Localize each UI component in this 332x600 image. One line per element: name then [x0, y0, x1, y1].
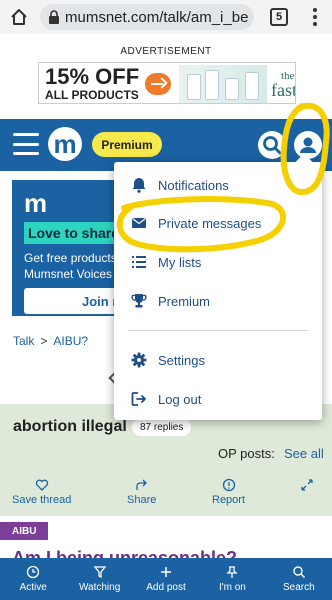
nav-im-on[interactable]: I'm on — [199, 558, 265, 600]
breadcrumb-talk[interactable]: Talk — [13, 334, 34, 348]
promo-text-line: Get free products — [24, 251, 117, 265]
overflow-menu-icon[interactable] — [310, 7, 320, 27]
op-posts-label: OP posts: — [218, 446, 275, 461]
info-icon — [222, 478, 235, 492]
nav-label: Active — [19, 582, 47, 593]
ad-product-image — [179, 65, 267, 103]
menu-item-notifications[interactable]: Notifications — [114, 166, 322, 204]
bottom-nav: Active Watching Add post I'm on Search — [0, 558, 332, 600]
promo-text-line: Mumsnet Voices — [24, 267, 113, 281]
lock-icon — [49, 10, 59, 24]
logout-icon — [130, 390, 148, 408]
filter-icon — [93, 566, 106, 579]
ad-offer-subline: ALL PRODUCTS — [45, 88, 139, 102]
menu-item-label: Premium — [158, 293, 211, 309]
breadcrumb-separator: > — [40, 334, 48, 348]
ad-brand-logo: the fast800 — [271, 69, 295, 100]
menu-divider — [128, 330, 308, 331]
save-thread-button[interactable]: Save thread — [12, 478, 71, 506]
breadcrumb-aibu[interactable]: AIBU? — [53, 334, 88, 348]
gear-icon — [130, 351, 148, 369]
thread-header: abortion illegal 87 replies OP posts: Se… — [0, 404, 332, 516]
thread-actions: Save thread Share Report — [0, 478, 332, 512]
nav-label: Watching — [78, 582, 121, 593]
save-thread-label: Save thread — [12, 494, 72, 506]
home-icon[interactable] — [9, 7, 29, 27]
menu-item-label: Private messages — [158, 215, 262, 231]
menu-item-label: Settings — [158, 352, 205, 368]
expand-button[interactable] — [300, 478, 314, 494]
heart-icon — [35, 479, 48, 491]
arrow-right-icon — [145, 73, 171, 95]
hamburger-menu-icon[interactable] — [13, 133, 39, 155]
account-button[interactable] — [294, 131, 322, 159]
browser-toolbar: mumsnet.com/talk/am_i_be 5 — [0, 0, 332, 34]
envelope-icon — [130, 214, 148, 232]
nav-active[interactable]: Active — [0, 558, 66, 600]
menu-item-settings[interactable]: Settings — [114, 341, 322, 379]
tab-switcher-icon[interactable]: 5 — [270, 8, 288, 26]
account-dropdown: Notifications Private messages My lists … — [114, 153, 322, 420]
menu-item-label: Log out — [158, 391, 202, 407]
nav-add-post[interactable]: Add post — [133, 558, 199, 600]
clock-icon — [27, 565, 40, 579]
premium-button[interactable]: Premium — [92, 132, 162, 157]
nav-search[interactable]: Search — [266, 558, 332, 600]
menu-item-my-lists[interactable]: My lists — [114, 243, 322, 281]
nav-watching[interactable]: Watching — [66, 558, 132, 600]
menu-item-label: Notifications — [158, 177, 229, 193]
report-button[interactable]: Report — [212, 478, 245, 506]
breadcrumb: Talk > AIBU? — [13, 334, 88, 348]
promo-logo: m — [24, 188, 48, 218]
menu-item-label: My lists — [158, 254, 202, 270]
promo-text: Get free products Mumsnet Voices — [24, 250, 124, 282]
replies-badge: 87 replies — [132, 418, 192, 436]
share-label: Share — [127, 494, 157, 506]
ad-label: ADVERTISEMENT — [120, 46, 212, 57]
expand-icon — [301, 479, 313, 491]
see-all-link[interactable]: See all — [284, 446, 324, 461]
search-icon — [293, 566, 305, 579]
topic-tag[interactable]: AIBU — [0, 522, 49, 540]
nav-label: Add post — [146, 582, 186, 593]
ad-offer: 15% OFF ALL PRODUCTS — [45, 65, 139, 102]
search-button[interactable] — [258, 131, 286, 159]
report-label: Report — [212, 494, 246, 506]
pin-icon — [226, 566, 238, 578]
menu-item-private-messages[interactable]: Private messages — [114, 204, 322, 242]
mumsnet-logo[interactable]: m — [48, 127, 82, 161]
list-icon — [130, 253, 148, 271]
ad-offer-headline: 15% OFF — [45, 64, 140, 89]
user-icon — [300, 137, 316, 153]
thread-title: abortion illegal — [13, 418, 127, 435]
url-text: mumsnet.com/talk/am_i_be — [65, 8, 249, 26]
nav-label: Search — [282, 582, 315, 593]
share-icon — [136, 479, 147, 490]
ad-brand-name: fast800 — [271, 80, 295, 100]
search-icon — [263, 136, 282, 155]
menu-item-premium[interactable]: Premium — [114, 282, 322, 320]
share-button[interactable]: Share — [127, 478, 156, 506]
plus-icon — [161, 567, 172, 577]
ad-banner[interactable]: 15% OFF ALL PRODUCTS the fast800 — [38, 62, 296, 104]
nav-label: I'm on — [218, 582, 246, 593]
trophy-icon — [130, 292, 148, 310]
address-bar[interactable]: mumsnet.com/talk/am_i_be — [40, 4, 254, 30]
bell-icon — [130, 176, 148, 194]
menu-item-log-out[interactable]: Log out — [114, 380, 322, 418]
